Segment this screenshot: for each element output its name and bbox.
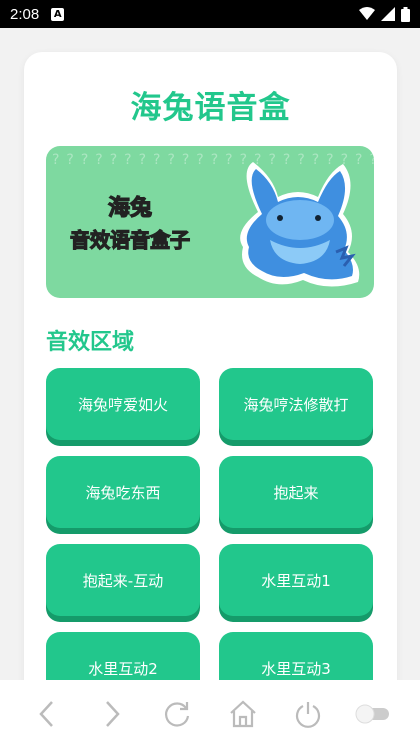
back-icon (38, 701, 53, 727)
sound-button-1[interactable]: 海兔哼爱如火 (46, 368, 200, 440)
sound-button-7[interactable]: 水里互动2 (46, 632, 200, 680)
sound-button-4[interactable]: 抱起来 (219, 456, 373, 528)
power-button[interactable] (288, 694, 328, 734)
home-button[interactable] (223, 694, 263, 734)
app-background: 海兔语音盒 ??????????????????????????????????… (0, 28, 420, 680)
sound-button-6[interactable]: 水里互动1 (219, 544, 373, 616)
status-icons (359, 6, 410, 22)
banner-subtitle: 音效语音盒子 (69, 227, 190, 252)
banner-title: 海兔 (107, 195, 153, 221)
navigation-bar (0, 680, 420, 748)
forward-button[interactable] (92, 694, 132, 734)
home-icon (229, 700, 256, 728)
sea-bunny-mascot-image (240, 162, 360, 287)
back-button[interactable] (27, 694, 67, 734)
sound-button-8[interactable]: 水里互动3 (219, 632, 373, 680)
power-icon (295, 702, 320, 728)
app-title: 海兔语音盒 (130, 90, 291, 126)
sound-button-5[interactable]: 抱起来-互动 (46, 544, 200, 616)
status-bar: 2:08 A (0, 0, 420, 28)
section-title: 音效区域 (46, 330, 135, 355)
status-time: 2:08 (10, 5, 40, 23)
sound-button-2[interactable]: 海兔哼法修散打 (219, 368, 373, 440)
sound-button-3[interactable]: 海兔吃东西 (46, 456, 200, 528)
reload-button[interactable] (157, 694, 197, 734)
battery-icon (401, 6, 410, 22)
toggle-switch[interactable] (353, 694, 393, 734)
banner: ????????????????????????????????????????… (46, 146, 374, 298)
forward-icon (106, 701, 120, 727)
reload-icon (165, 702, 190, 727)
toggle-icon (355, 704, 390, 724)
notification-icon: A (51, 7, 65, 21)
signal-icon (381, 7, 395, 21)
wifi-icon (359, 7, 375, 20)
main-card: 海兔语音盒 ??????????????????????????????????… (24, 52, 397, 680)
